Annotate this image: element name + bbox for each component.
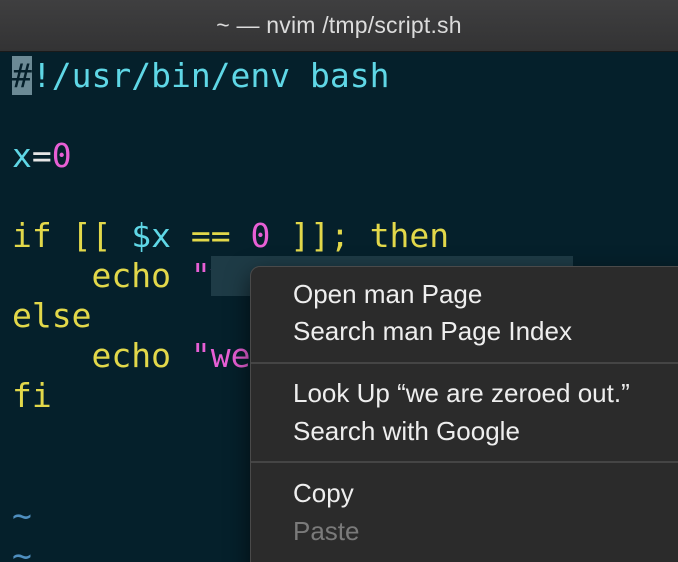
cursor: # [12, 56, 32, 95]
code-line-7[interactable]: else [12, 296, 91, 336]
code-line-3[interactable]: x=0 [12, 136, 72, 176]
terminal-window: ~ — nvim /tmp/script.sh #!/usr/bin/env b… [0, 0, 678, 562]
assign-operator: = [31, 136, 52, 175]
empty-line-tilde: ~ [12, 496, 32, 535]
title-bar[interactable]: ~ — nvim /tmp/script.sh [0, 0, 678, 52]
menu-item-search-man-page-index[interactable]: Search man Page Index [293, 313, 572, 349]
string-quote: " [170, 256, 211, 295]
assign-value: 0 [51, 136, 72, 175]
code-line-9[interactable]: fi [12, 376, 52, 416]
compare-value: 0 [250, 216, 271, 255]
open-brackets: [[ [51, 216, 132, 255]
echo-command: echo [91, 336, 171, 375]
echo-command: echo [91, 256, 171, 295]
shebang-text: !/usr/bin/env bash [31, 56, 390, 95]
variable-name: x [12, 136, 32, 175]
window-title: ~ — nvim /tmp/script.sh [216, 12, 462, 38]
test-variable: $x [131, 216, 171, 255]
menu-item-search-with-google[interactable]: Search with Google [293, 413, 520, 449]
menu-item-paste: Paste [293, 516, 360, 546]
menu-separator [251, 362, 678, 364]
then-keyword: then [369, 216, 450, 255]
else-keyword: else [12, 296, 92, 335]
context-menu: Open man Page Search man Page Index Look… [250, 266, 678, 562]
menu-item-copy[interactable]: Copy [293, 475, 354, 511]
menu-item-open-man-page[interactable]: Open man Page [293, 276, 482, 312]
code-line-8[interactable]: echo "we [12, 336, 250, 376]
menu-item-look-up[interactable]: Look Up “we are zeroed out.” [293, 375, 630, 411]
if-keyword: if [12, 216, 52, 255]
code-line-1[interactable]: #!/usr/bin/env bash [12, 56, 390, 96]
close-brackets: ]]; [270, 216, 370, 255]
compare-operator: == [170, 216, 251, 255]
menu-separator [251, 461, 678, 463]
fi-keyword: fi [12, 376, 52, 415]
code-line-5[interactable]: if [[ $x == 0 ]]; then [12, 216, 449, 256]
string-text: we [210, 336, 251, 375]
empty-line-tilde: ~ [12, 536, 32, 562]
string-quote: " [170, 336, 211, 375]
